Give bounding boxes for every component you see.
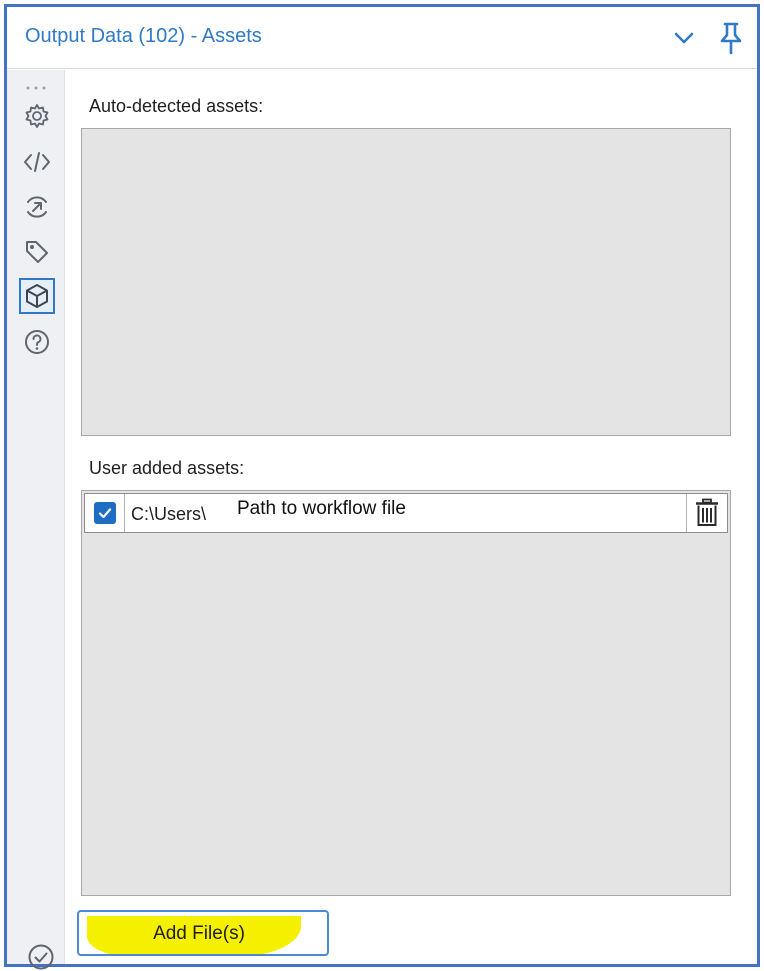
asset-path: C:\Users\: [131, 504, 207, 524]
checkbox-cell: [85, 494, 125, 532]
panel-header: Output Data (102) - Assets: [7, 7, 757, 69]
asset-path-annotation: Path to workflow file: [237, 498, 406, 519]
box-icon: [26, 284, 48, 308]
asset-path-cell[interactable]: C:\Users\ Path to workflow file: [125, 494, 687, 532]
add-files-label: Add File(s): [153, 923, 245, 944]
check-circle-icon: [27, 943, 55, 971]
asset-checkbox[interactable]: [93, 502, 116, 524]
drag-handle-icon[interactable]: [25, 78, 47, 90]
sidebar-item-annotation[interactable]: [21, 236, 53, 268]
help-icon: [25, 330, 49, 354]
connect-icon: [27, 196, 47, 218]
tag-icon: [26, 241, 48, 263]
delete-asset-button[interactable]: [687, 494, 727, 532]
assets-content: Auto-detected assets: User added assets:…: [65, 70, 757, 964]
add-files-button[interactable]: Add File(s): [77, 910, 329, 956]
checkmark-icon: [98, 508, 111, 519]
sidebar: [7, 70, 65, 964]
sidebar-item-code[interactable]: [21, 146, 53, 178]
code-icon: [24, 152, 50, 172]
list-item[interactable]: C:\Users\ Path to workflow file: [84, 493, 728, 533]
trash-icon: [696, 498, 718, 526]
auto-assets-label: Auto-detected assets:: [89, 96, 264, 116]
user-assets-list[interactable]: C:\Users\ Path to workflow file: [81, 490, 731, 896]
gear-icon: [25, 104, 49, 128]
panel-title: Output Data (102) - Assets: [25, 25, 262, 47]
sidebar-item-assets[interactable]: [19, 278, 55, 314]
assets-panel: Output Data (102) - Assets Auto-detected…: [4, 4, 760, 970]
sidebar-item-help[interactable]: [21, 326, 53, 358]
auto-assets-list[interactable]: [81, 128, 731, 436]
chevron-down-icon[interactable]: [671, 25, 697, 51]
pin-icon[interactable]: [717, 21, 745, 55]
sidebar-item-configuration[interactable]: [21, 100, 53, 132]
user-assets-label: User added assets:: [89, 458, 245, 478]
sidebar-item-connections[interactable]: [21, 191, 53, 223]
